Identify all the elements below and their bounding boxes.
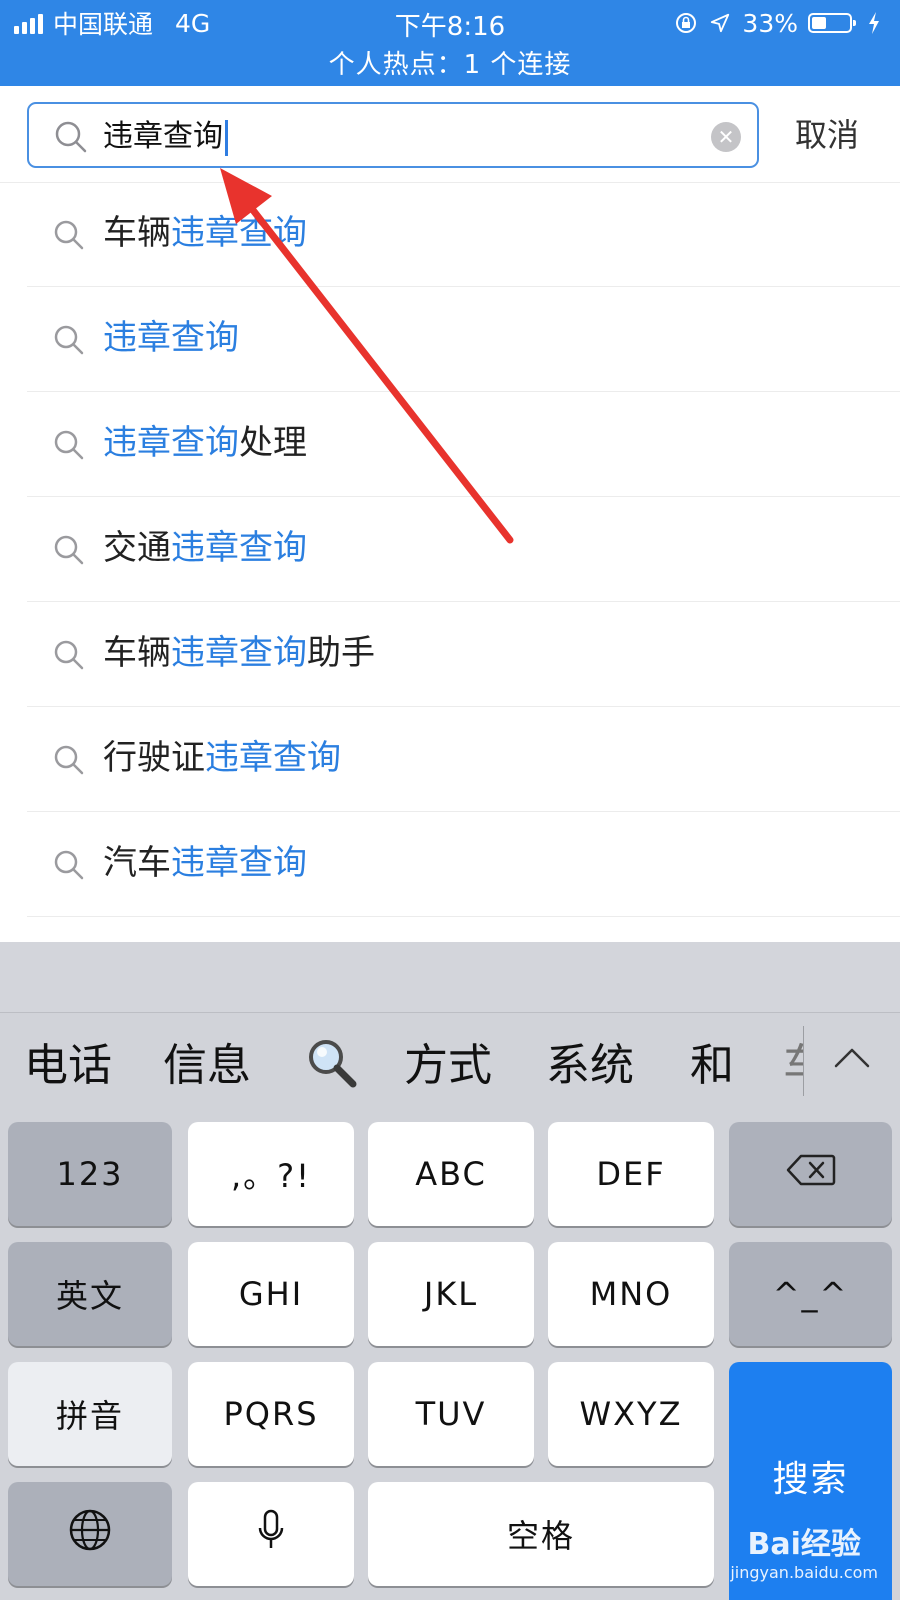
suggestion-prefix: 交通 (103, 528, 171, 568)
battery-percent: 33% (742, 8, 798, 38)
suggestion-suffix: 处理 (239, 423, 307, 463)
search-icon (53, 119, 89, 159)
suggestion-match: 违章查询 (171, 213, 307, 253)
suggestion-prefix: 车辆 (103, 633, 171, 673)
search-icon (53, 219, 85, 255)
cancel-button[interactable]: 取消 (795, 110, 859, 156)
key-english[interactable]: 英文 (8, 1242, 172, 1346)
key-pqrs[interactable]: PQRS (188, 1362, 354, 1466)
chevron-up-icon[interactable] (832, 1044, 872, 1076)
clear-icon[interactable]: ✕ (711, 122, 741, 152)
suggestion-suffix: 助手 (307, 633, 375, 673)
battery-icon (808, 13, 856, 33)
candidate-word[interactable]: 电话 (24, 1040, 112, 1092)
charging-icon (862, 11, 886, 35)
suggestion-item[interactable]: 违章查询处理 (27, 392, 900, 497)
delete-icon (786, 1153, 836, 1195)
suggestion-match: 违章查询 (103, 318, 239, 358)
location-arrow-icon (708, 11, 732, 35)
search-icon (53, 849, 85, 885)
key-pinyin[interactable]: 拼音 (8, 1362, 172, 1466)
status-right: 33% (674, 6, 886, 40)
delete-key[interactable] (729, 1122, 892, 1226)
search-icon (53, 534, 85, 570)
search-icon (53, 429, 85, 465)
suggestion-match: 违章查询 (205, 738, 341, 778)
keyboard: 电话 信息 方式 系统 和 车 123 ,。?! ABC DEF 英文 GHI … (0, 942, 900, 1600)
space-key[interactable]: 空格 (368, 1482, 714, 1586)
search-query: 违章查询 (103, 119, 223, 154)
key-def[interactable]: DEF (548, 1122, 714, 1226)
candidate-bar: 电话 信息 方式 系统 和 车 (0, 1012, 900, 1114)
candidate-word[interactable]: 车 (783, 1040, 803, 1092)
candidate-divider (803, 1026, 804, 1096)
suggestion-item[interactable]: 汽车违章查询 (27, 812, 900, 917)
key-123[interactable]: 123 (8, 1122, 172, 1226)
candidate-word[interactable]: 和 (690, 1040, 734, 1092)
watermark-url: jingyan.baidu.com (730, 1563, 878, 1582)
key-wxyz[interactable]: WXYZ (548, 1362, 714, 1466)
search-icon (53, 324, 85, 360)
search-icon (53, 744, 85, 780)
key-jkl[interactable]: JKL (368, 1242, 534, 1346)
suggestion-match: 违章查询 (171, 528, 307, 568)
baidu-watermark: Bai经验 jingyan.baidu.com (730, 1519, 878, 1582)
search-header: 违章查询 ✕ 取消 (0, 86, 900, 183)
suggestion-list: 车辆违章查询 违章查询 违章查询处理 交通违章查询 车辆违章查询助手 行驶证违章… (0, 182, 900, 917)
suggestion-item[interactable]: 行驶证违章查询 (27, 707, 900, 812)
microphone-icon (256, 1508, 286, 1560)
candidate-word[interactable]: 信息 (163, 1040, 251, 1092)
key-emoticon[interactable]: ^_^ (729, 1242, 892, 1346)
suggestion-item[interactable]: 交通违章查询 (27, 497, 900, 602)
search-key-label: 搜索 (772, 1459, 849, 1500)
microphone-key[interactable] (188, 1482, 354, 1586)
suggestion-item[interactable]: 车辆违章查询助手 (27, 602, 900, 707)
suggestion-prefix: 行驶证 (103, 738, 205, 778)
candidate-word[interactable]: 系统 (546, 1040, 634, 1092)
key-mno[interactable]: MNO (548, 1242, 714, 1346)
suggestion-item[interactable]: 车辆违章查询 (27, 182, 900, 287)
suggestion-match: 违章查询 (103, 423, 239, 463)
globe-key[interactable] (8, 1482, 172, 1586)
suggestion-item[interactable]: 违章查询 (27, 287, 900, 392)
keyboard-top-strip (0, 942, 900, 1013)
rotation-lock-icon (674, 11, 698, 35)
suggestion-match: 违章查询 (171, 843, 307, 883)
suggestion-match: 违章查询 (171, 633, 307, 673)
magnifier-emoji-icon[interactable] (305, 1036, 359, 1102)
suggestion-prefix: 汽车 (103, 843, 171, 883)
globe-icon (68, 1508, 112, 1560)
watermark-brand: Bai经验 (747, 1527, 861, 1562)
key-tuv[interactable]: TUV (368, 1362, 534, 1466)
key-punctuation[interactable]: ,。?! (188, 1122, 354, 1226)
search-input[interactable]: 违章查询 ✕ (27, 102, 759, 168)
status-bar: 中国联通 4G 下午8:16 33% 个人热点：1 个连接 (0, 0, 900, 86)
candidate-word[interactable]: 方式 (404, 1040, 492, 1092)
text-caret (225, 119, 228, 156)
key-abc[interactable]: ABC (368, 1122, 534, 1226)
key-ghi[interactable]: GHI (188, 1242, 354, 1346)
hotspot-indicator[interactable]: 个人热点：1 个连接 (0, 44, 900, 81)
search-icon (53, 639, 85, 675)
suggestion-prefix: 车辆 (103, 213, 171, 253)
